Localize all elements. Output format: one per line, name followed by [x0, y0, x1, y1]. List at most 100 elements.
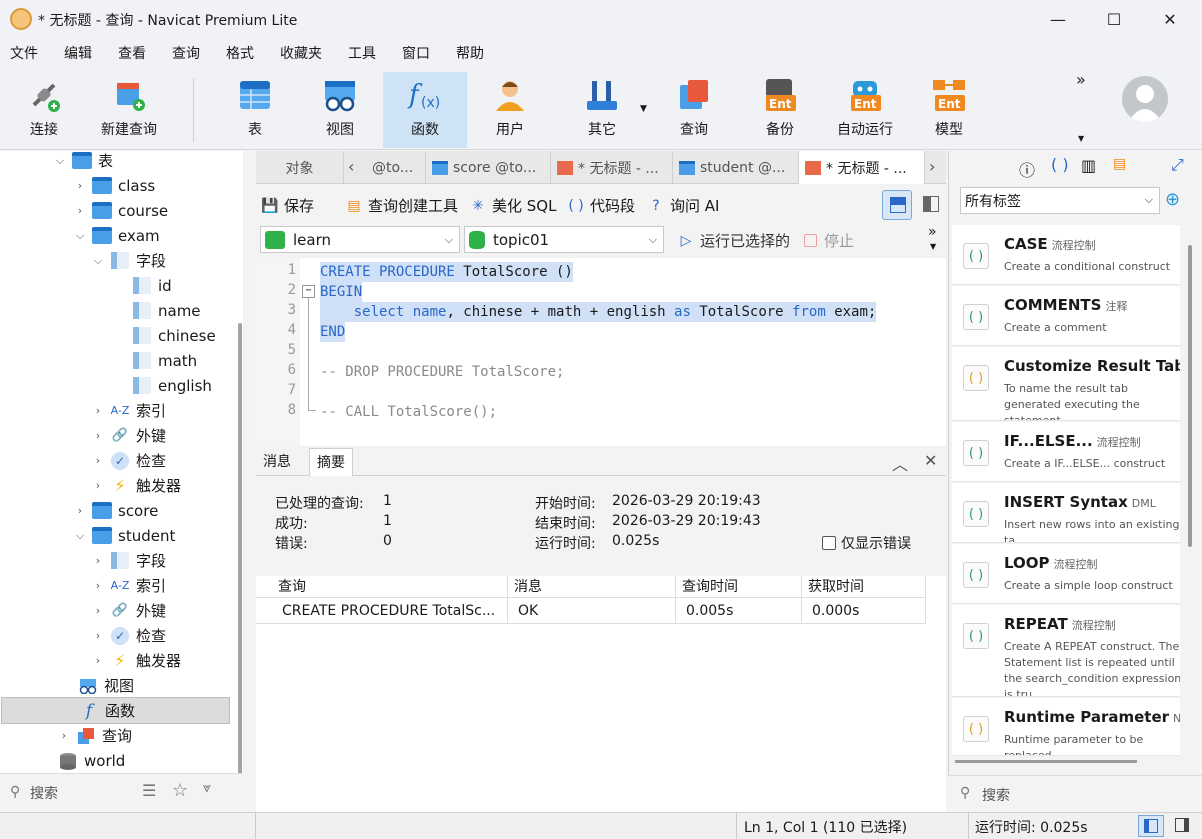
tab-item[interactable]: @to... — [366, 151, 426, 184]
avatar[interactable] — [1122, 76, 1168, 122]
menu-tools[interactable]: 工具 — [335, 38, 389, 70]
tab-item[interactable]: student @... — [673, 151, 799, 184]
database-select[interactable]: topic01 ⌵ — [464, 226, 664, 253]
function-button[interactable]: f (x) 函数 — [383, 72, 467, 148]
panel-layout-button[interactable] — [1138, 815, 1164, 837]
expand-icon[interactable]: ⤢ — [1171, 155, 1184, 175]
only-errors-checkbox[interactable]: 仅显示错误 — [822, 533, 911, 553]
tree-table-class[interactable]: › class — [72, 173, 155, 198]
braces-icon[interactable]: ( ) — [1051, 155, 1069, 174]
nav-scrollbar[interactable] — [238, 323, 242, 788]
close-button[interactable]: ✕ — [1142, 0, 1198, 38]
more-options-icon[interactable]: » — [928, 224, 937, 240]
auto-run-button[interactable]: Ent 自动运行 — [830, 72, 900, 148]
tab-summary[interactable]: 摘要 — [309, 448, 353, 476]
tab-scroll-left-icon[interactable]: ‹ — [348, 157, 354, 176]
connection-select[interactable]: learn ⌵ — [260, 226, 460, 253]
tree-check[interactable]: › ✓ 检查 — [90, 448, 166, 473]
column-header[interactable]: 查询 — [256, 576, 508, 598]
sql-editor[interactable]: 1 2 3 4 5 6 7 8 − CREATE PROCEDURE Total… — [256, 258, 946, 446]
table-cell[interactable]: 0.000s — [802, 598, 926, 624]
tab-messages[interactable]: 消息 — [256, 448, 298, 476]
snippet-item[interactable]: ( ) Runtime ParameterNa Runtime parameter … — [952, 698, 1180, 756]
tab-scroll-right-icon[interactable]: › — [929, 157, 935, 176]
snippet-item[interactable]: ( ) COMMENTS 注释 Create a comment — [952, 286, 1180, 346]
tree-student-fields[interactable]: › 字段 — [90, 548, 166, 573]
tree-queries[interactable]: › 查询 — [56, 723, 132, 748]
tag-select[interactable]: 所有标签 ⌵ — [960, 187, 1160, 214]
chevron-down-icon[interactable]: ⌵ — [52, 154, 68, 168]
tree-student-trigger[interactable]: › ⚡ 触发器 — [90, 648, 181, 673]
snippet-scrollbar[interactable] — [1188, 245, 1192, 547]
snippet-item[interactable]: ( ) CASE 流程控制 Create a conditional construc… — [952, 225, 1180, 285]
chevron-right-icon[interactable]: › — [90, 654, 106, 667]
panel-layout-button[interactable] — [1170, 815, 1196, 837]
run-selected-button[interactable]: ▷ 运行已选择的 — [676, 230, 790, 251]
tree-field-english[interactable]: english — [128, 373, 212, 398]
stop-button[interactable]: 停止 — [800, 230, 854, 251]
collapse-icon[interactable]: ⩔ — [203, 780, 211, 796]
tree-field-chinese[interactable]: chinese — [128, 323, 216, 348]
maximize-button[interactable]: ☐ — [1086, 0, 1142, 38]
query-button[interactable]: 查询 — [664, 72, 724, 148]
snippet-item[interactable]: ( ) Customize Result Tab To name the resul… — [952, 347, 1180, 421]
beautify-sql-button[interactable]: ✳ 美化 SQL — [468, 195, 556, 216]
layout-vertical-button[interactable] — [916, 190, 946, 220]
tree-db-world[interactable]: world — [54, 748, 125, 773]
toolbar-overflow-icon[interactable]: ▼ — [1078, 134, 1084, 143]
column-header[interactable]: 消息 — [508, 576, 676, 598]
nav-search-input[interactable]: 搜索 — [30, 783, 58, 803]
add-snippet-icon[interactable]: ⊕ — [1165, 189, 1180, 210]
tree-trigger[interactable]: › ⚡ 触发器 — [90, 473, 181, 498]
table-cell[interactable]: OK — [508, 598, 676, 624]
ent-icon[interactable]: ▤ — [1113, 156, 1126, 172]
filter-icon[interactable]: ☰ — [142, 781, 156, 800]
toolbar-more-button[interactable]: » — [1076, 70, 1086, 89]
chevron-down-icon[interactable]: ⌵ — [72, 529, 88, 543]
snippet-button[interactable]: ( ) 代码段 — [566, 195, 635, 216]
tree-student-foreign-key[interactable]: › 🔗 外键 — [90, 598, 166, 623]
grid-icon[interactable]: ▥ — [1081, 156, 1096, 175]
tree-table-score[interactable]: › score — [72, 498, 159, 523]
fold-toggle-icon[interactable]: − — [302, 285, 315, 298]
menu-window[interactable]: 窗口 — [389, 38, 443, 70]
tab-objects[interactable]: 对象 — [256, 151, 344, 184]
star-icon[interactable]: ☆ — [172, 780, 188, 801]
other-button[interactable]: 其它 — [568, 72, 636, 148]
tree-foreign-key[interactable]: › 🔗 外键 — [90, 423, 166, 448]
table-cell[interactable]: CREATE PROCEDURE TotalSc... — [256, 598, 508, 624]
menu-format[interactable]: 格式 — [213, 38, 267, 70]
tree-fields[interactable]: ⌵ 字段 — [90, 248, 166, 273]
ask-ai-button[interactable]: ? 询问 AI — [646, 195, 719, 216]
chevron-right-icon[interactable]: › — [90, 479, 106, 492]
info-icon[interactable]: ⓘ — [1019, 157, 1035, 181]
tab-item[interactable]: * 无标题 - ... — [551, 151, 673, 184]
snippet-hscrollbar[interactable] — [955, 760, 1137, 763]
tree-index[interactable]: › A-Z 索引 — [90, 398, 166, 423]
query-builder-button[interactable]: ▤ 查询创建工具 — [344, 195, 458, 216]
menu-file[interactable]: 文件 — [0, 38, 51, 70]
chevron-right-icon[interactable]: › — [72, 179, 88, 192]
snippet-item[interactable]: ( ) REPEAT 流程控制 Create A REPEAT construct. … — [952, 605, 1180, 697]
menu-query[interactable]: 查询 — [159, 38, 213, 70]
menu-edit[interactable]: 编辑 — [51, 38, 105, 70]
model-button[interactable]: Ent 模型 — [918, 72, 980, 148]
column-header[interactable]: 查询时间 — [676, 576, 802, 598]
chevron-right-icon[interactable]: › — [90, 404, 106, 417]
menu-help[interactable]: 帮助 — [443, 38, 497, 70]
chevron-right-icon[interactable]: › — [90, 579, 106, 592]
tab-item-active[interactable]: * 无标题 - ... — [799, 151, 925, 184]
tree-functions[interactable]: f 函数 — [1, 697, 230, 724]
other-dropdown-icon[interactable]: ▼ — [640, 104, 647, 114]
snippet-search-input[interactable]: 搜索 — [982, 785, 1010, 805]
tree-table-exam[interactable]: ⌵ exam — [72, 223, 160, 248]
tree-table-course[interactable]: › course — [72, 198, 168, 223]
tree-field-math[interactable]: math — [128, 348, 197, 373]
save-button[interactable]: 💾 保存 — [260, 195, 314, 216]
user-button[interactable]: 用户 — [480, 72, 540, 148]
overflow-dropdown-icon[interactable]: ▼ — [930, 242, 936, 251]
snippet-item[interactable]: ( ) INSERT Syntax DML Insert new rows into … — [952, 483, 1180, 543]
tree-student-check[interactable]: › ✓ 检查 — [90, 623, 166, 648]
snippet-item[interactable]: ( ) LOOP 流程控制 Create a simple loop construc… — [952, 544, 1180, 604]
tree-field-id[interactable]: id — [128, 273, 172, 298]
